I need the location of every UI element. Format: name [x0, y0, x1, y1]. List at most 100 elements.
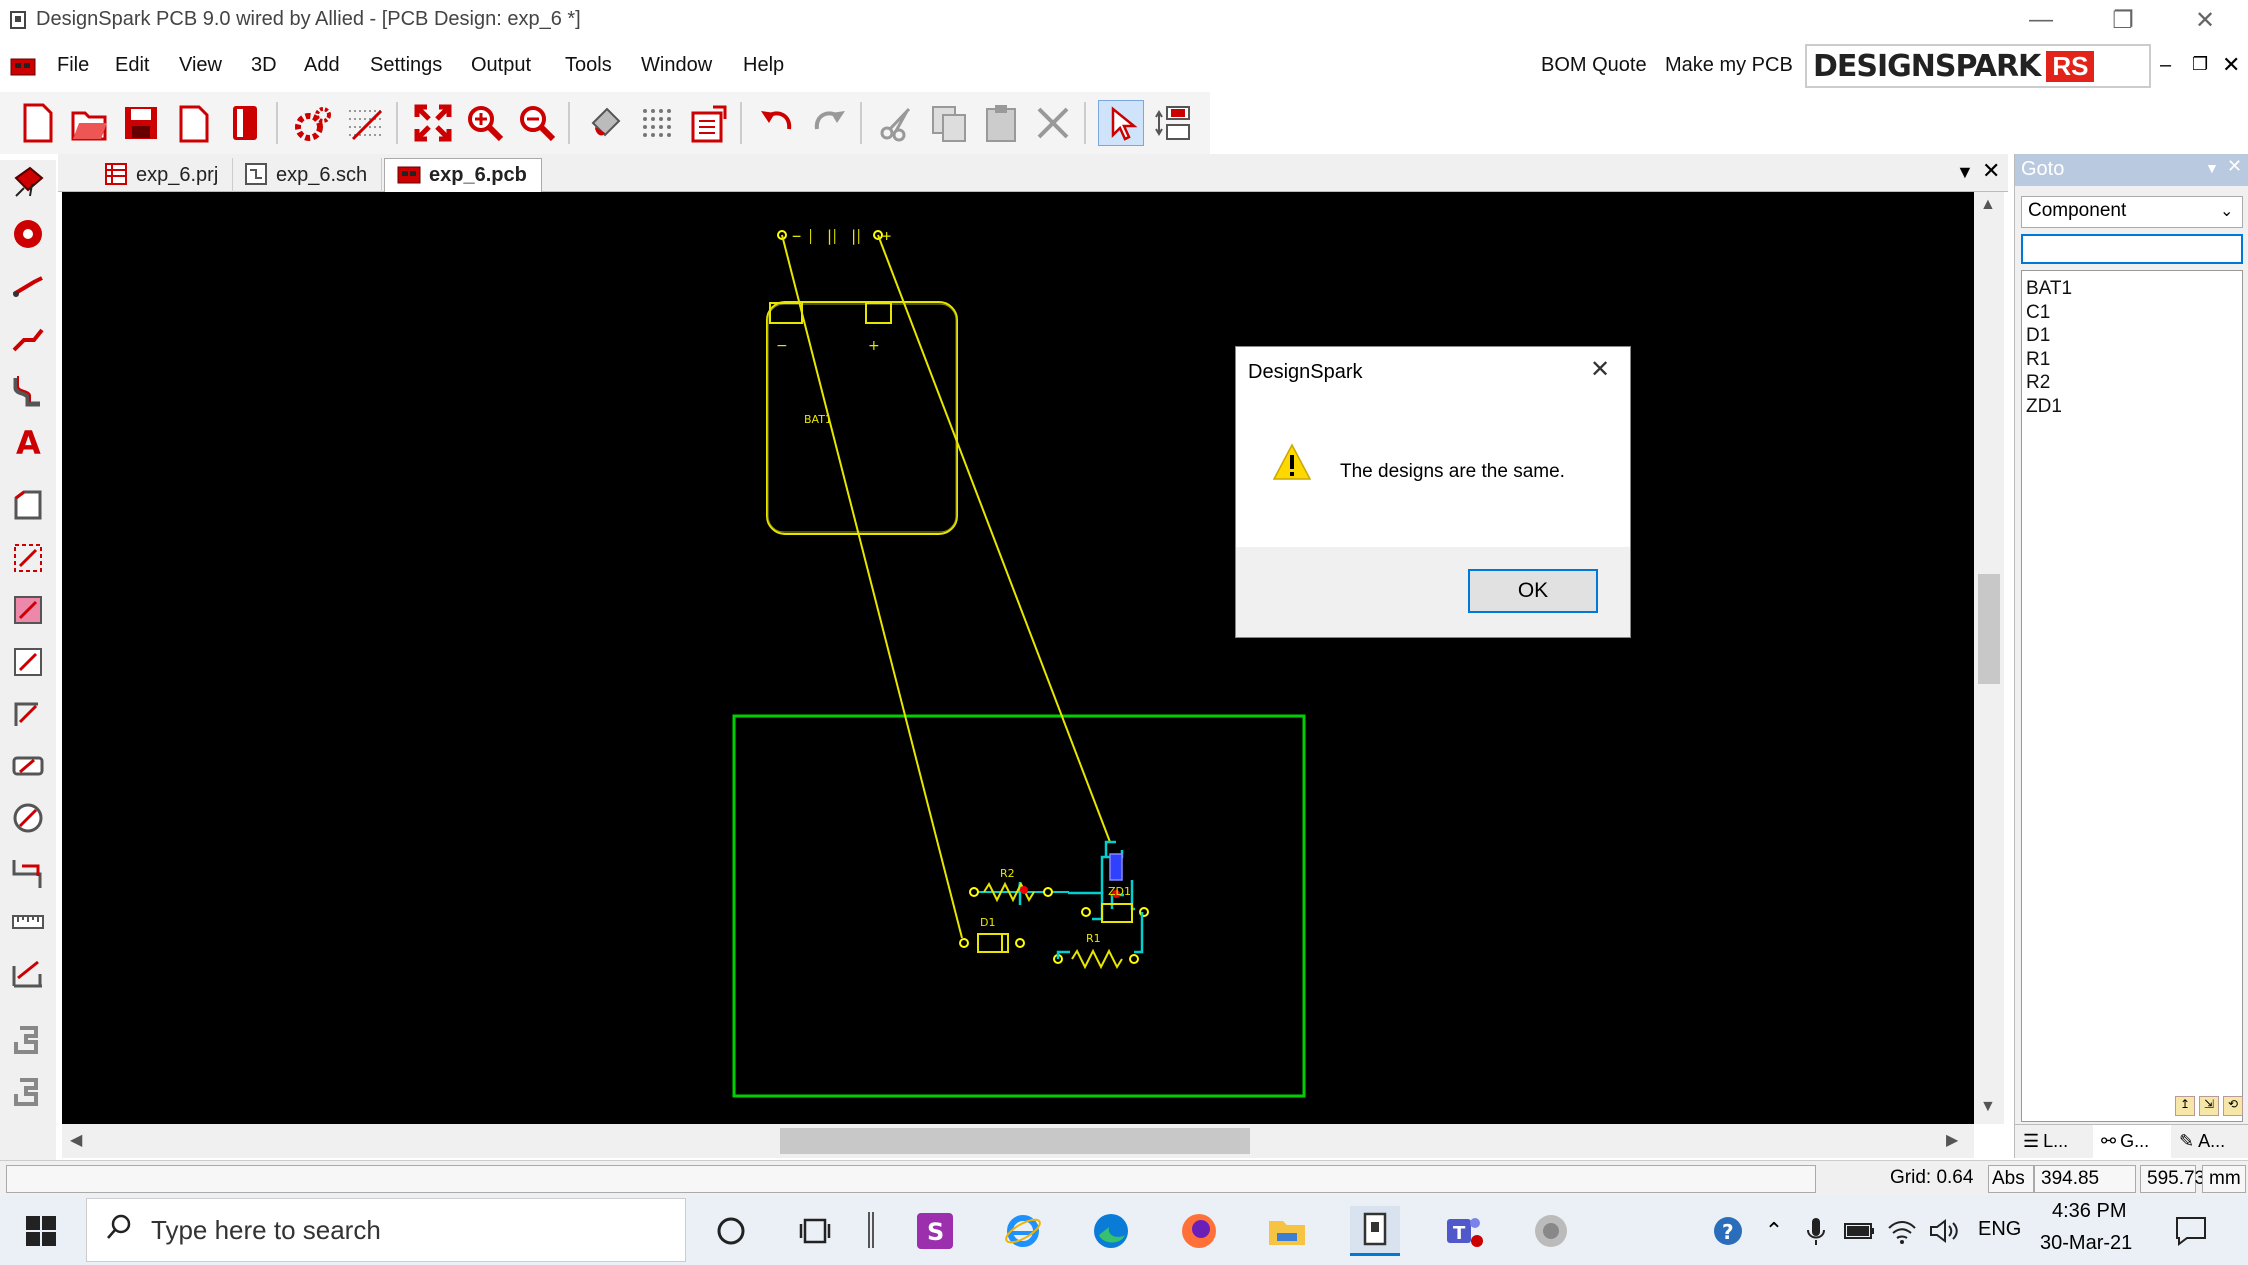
save-icon[interactable] [118, 100, 164, 146]
battery-footprint[interactable]: − + BAT1 [766, 301, 958, 535]
d1-diode[interactable]: D1 [959, 916, 1025, 953]
units-readout[interactable]: mm [2202, 1165, 2246, 1193]
collapse-icon[interactable]: ⇲ [2199, 1096, 2219, 1116]
menu-add[interactable]: Add [304, 54, 340, 77]
goto-dropdown-icon[interactable]: ▼ [2205, 160, 2219, 176]
autoroute-icon[interactable] [6, 1018, 50, 1062]
tab-list-dropdown-icon[interactable]: ▼ [1956, 162, 1974, 183]
scroll-right-icon[interactable]: ▶ [1946, 1130, 1958, 1150]
tab-exp6-prj[interactable]: exp_6.prj [92, 158, 234, 192]
edge-icon[interactable] [1086, 1206, 1136, 1256]
volume-icon[interactable] [1924, 1206, 1964, 1256]
add-shape-icon[interactable] [6, 484, 50, 528]
add-ruler-icon[interactable] [6, 952, 50, 996]
taskbar-search-box[interactable]: Type here to search [86, 1198, 686, 1262]
measure-icon[interactable] [6, 900, 50, 944]
designspark-taskbar-icon[interactable] [1350, 1206, 1400, 1256]
minimize-button[interactable]: — [2006, 0, 2076, 40]
menu-tools[interactable]: Tools [565, 54, 612, 77]
panel-tab-actions[interactable]: ✎ A... [2171, 1125, 2248, 1158]
microphone-icon[interactable] [1798, 1206, 1834, 1256]
media-app-icon[interactable] [1526, 1206, 1576, 1256]
menu-edit[interactable]: Edit [115, 54, 149, 77]
open-file-icon[interactable] [66, 100, 112, 146]
settings-gear-icon[interactable] [290, 100, 336, 146]
document-icon[interactable] [10, 56, 36, 78]
make-my-pcb-link[interactable]: Make my PCB [1665, 54, 1793, 77]
close-button[interactable]: ✕ [2170, 0, 2240, 40]
zoom-out-icon[interactable] [514, 100, 560, 146]
add-copper-icon[interactable] [6, 588, 50, 632]
pcb-design-canvas[interactable]: − ⎸|⎸|⎸ + − + BAT1 R2 D1 ZD1 R1 [62, 192, 1974, 1124]
horizontal-scrollbar[interactable]: ◀ ▶ [62, 1124, 1974, 1158]
goto-search-input[interactable] [2021, 234, 2243, 264]
clock-date[interactable]: 30-Mar-21 [2040, 1232, 2132, 1255]
show-hidden-icons-chevron[interactable]: ⌃ [1756, 1206, 1792, 1256]
list-item[interactable]: C1 [2022, 301, 2242, 325]
undo-icon[interactable] [754, 100, 800, 146]
menu-3d[interactable]: 3D [251, 54, 277, 77]
internet-explorer-icon[interactable] [998, 1206, 1048, 1256]
paste-icon[interactable] [978, 100, 1024, 146]
bom-quote-link[interactable]: BOM Quote [1541, 54, 1647, 77]
file-explorer-icon[interactable] [1262, 1206, 1312, 1256]
dialog-close-icon[interactable]: ✕ [1590, 355, 1610, 384]
scroll-up-icon[interactable]: ▲ [1980, 196, 1996, 214]
properties-icon[interactable] [686, 100, 732, 146]
refresh-icon[interactable]: ⟲ [2223, 1096, 2243, 1116]
tab-exp6-pcb[interactable]: exp_6.pcb [384, 158, 542, 192]
drc-icon[interactable] [6, 796, 50, 840]
cortana-icon[interactable] [706, 1206, 756, 1256]
mdi-minimize-button[interactable]: – [2160, 54, 2171, 77]
abs-mode-label[interactable]: Abs [1988, 1165, 2034, 1193]
interaction-mode-icon[interactable] [1150, 100, 1196, 146]
add-curved-track-icon[interactable] [6, 368, 50, 412]
scroll-left-icon[interactable]: ◀ [70, 1130, 82, 1150]
scroll-down-icon[interactable]: ▼ [1980, 1098, 1996, 1116]
add-cutout-icon[interactable] [6, 640, 50, 684]
panel-tab-layers[interactable]: ☰ L... [2015, 1125, 2093, 1158]
list-item[interactable]: R1 [2022, 348, 2242, 372]
add-angled-track-icon[interactable] [6, 316, 50, 360]
add-dimension-icon[interactable] [6, 848, 50, 892]
cut-icon[interactable] [874, 100, 920, 146]
notifications-icon[interactable] [2166, 1206, 2216, 1256]
tab-close-icon[interactable]: ✕ [1982, 158, 2000, 184]
select-pointer-icon[interactable] [1098, 100, 1144, 146]
list-item[interactable]: ZD1 [2022, 395, 2242, 419]
ok-button[interactable]: OK [1468, 569, 1598, 613]
menu-file[interactable]: File [57, 54, 89, 77]
list-item[interactable]: D1 [2022, 324, 2242, 348]
close-doc-icon[interactable] [170, 100, 216, 146]
delete-icon[interactable] [1030, 100, 1076, 146]
mdi-restore-button[interactable]: ❐ [2192, 54, 2208, 75]
designspark-logo[interactable]: DESIGNSPARK RS [1805, 44, 2151, 88]
firefox-icon[interactable] [1174, 1206, 1224, 1256]
restore-button[interactable]: ❐ [2088, 0, 2158, 40]
add-area-icon[interactable] [6, 536, 50, 580]
battery-icon[interactable] [1840, 1206, 1880, 1256]
expand-icon[interactable]: ↥ [2175, 1096, 2195, 1116]
zoom-in-icon[interactable] [462, 100, 508, 146]
menu-help[interactable]: Help [743, 54, 784, 77]
grid-settings-icon[interactable] [342, 100, 388, 146]
vertical-scrollbar[interactable]: ▲ ▼ [1974, 192, 2004, 1124]
menu-output[interactable]: Output [471, 54, 531, 77]
add-track-icon[interactable] [6, 264, 50, 308]
clock-time[interactable]: 4:36 PM [2052, 1200, 2126, 1223]
zoom-fit-icon[interactable] [410, 100, 456, 146]
pour-icon[interactable] [582, 100, 628, 146]
goto-filter-select[interactable]: Component ⌄ [2021, 196, 2243, 228]
add-template-icon[interactable] [6, 744, 50, 788]
add-text-icon[interactable]: A [6, 420, 50, 464]
list-item[interactable]: BAT1 [2022, 277, 2242, 301]
mdi-close-button[interactable]: ✕ [2222, 52, 2240, 78]
start-button[interactable] [16, 1206, 66, 1256]
vertical-scroll-thumb[interactable] [1978, 574, 2000, 684]
tab-exp6-sch[interactable]: exp_6.sch [232, 158, 383, 192]
menu-window[interactable]: Window [641, 54, 712, 77]
route-net-icon[interactable] [6, 1070, 50, 1114]
teams-icon[interactable]: T [1438, 1206, 1488, 1256]
copy-icon[interactable] [926, 100, 972, 146]
place-component-icon[interactable] [6, 160, 50, 204]
